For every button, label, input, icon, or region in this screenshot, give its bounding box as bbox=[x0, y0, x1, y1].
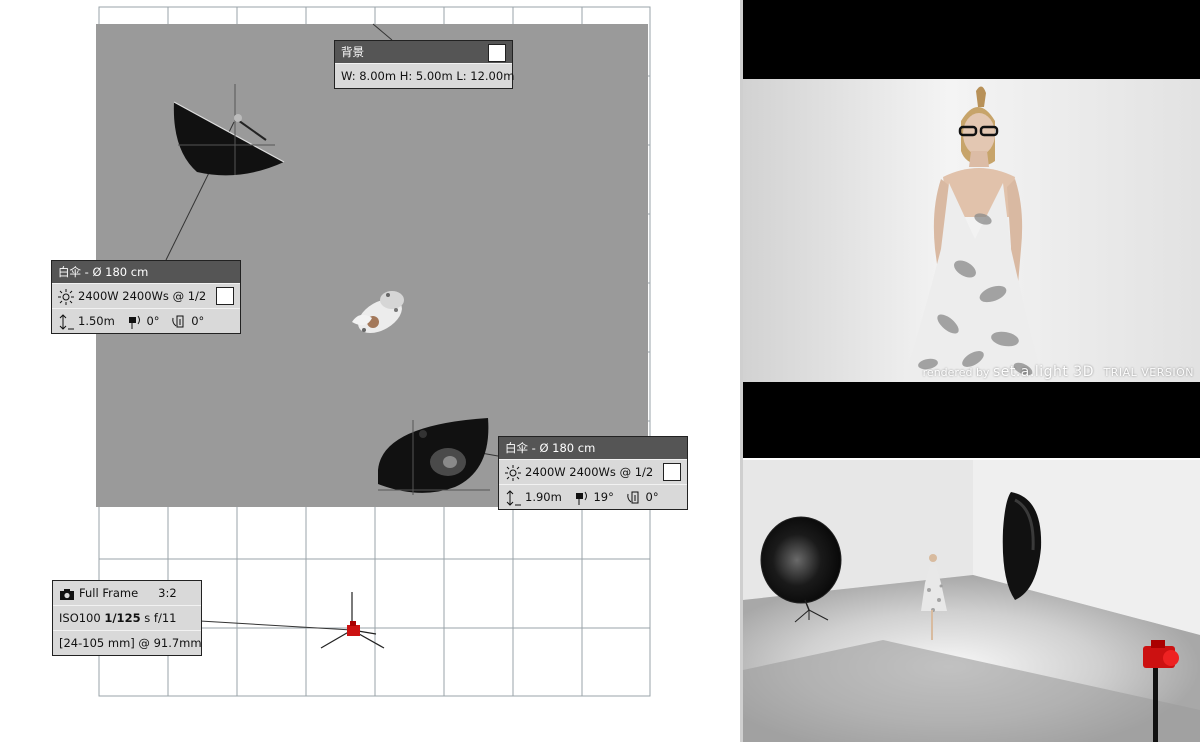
rotation-icon bbox=[626, 490, 642, 506]
camera-iso: ISO100 bbox=[59, 611, 101, 625]
light-2-tilt: 19° bbox=[593, 490, 614, 504]
light-1-title: 白伞 - Ø 180 cm bbox=[58, 265, 149, 279]
camera-panel[interactable]: Full Frame 3:2 ISO100 1/125 s f/11 [24-10… bbox=[52, 580, 202, 656]
light-1-tilt: 0° bbox=[146, 314, 160, 328]
watermark-prefix: rendered by bbox=[922, 366, 990, 379]
tilt-icon bbox=[126, 314, 142, 330]
watermark-trial: TRIAL VERSION bbox=[1103, 366, 1194, 379]
camera-icon bbox=[59, 588, 75, 600]
light-2-color-swatch[interactable] bbox=[663, 463, 681, 481]
light-2-power: 2400W 2400Ws @ 1/2 bbox=[525, 465, 654, 479]
watermark-brand: set.a.light 3D bbox=[992, 364, 1094, 380]
light-2-panel[interactable]: 白伞 - Ø 180 cm 2400W 2400Ws @ 1/2 1.90m 1… bbox=[498, 436, 688, 510]
rotation-icon bbox=[171, 314, 187, 330]
light-2-rotation: 0° bbox=[645, 490, 659, 504]
floor-plan[interactable]: 背景 W: 8.00m H: 5.00m L: 12.00m 白伞 - Ø 18… bbox=[0, 0, 740, 742]
studio-3d-canvas[interactable] bbox=[743, 460, 1200, 742]
tilt-icon bbox=[573, 490, 589, 506]
light-2-height: 1.90m bbox=[525, 490, 562, 504]
render-watermark: rendered by set.a.light 3D TRIAL VERSION bbox=[923, 364, 1194, 380]
height-icon bbox=[505, 489, 521, 506]
camera-aperture: f/11 bbox=[153, 611, 177, 625]
render-preview: rendered by set.a.light 3D TRIAL VERSION bbox=[743, 0, 1200, 458]
background-dimensions: W: 8.00m H: 5.00m L: 12.00m bbox=[341, 69, 515, 83]
light-1-panel[interactable]: 白伞 - Ø 180 cm 2400W 2400Ws @ 1/2 1.50m 0… bbox=[51, 260, 241, 334]
background-panel-title: 背景 bbox=[341, 45, 364, 59]
camera-shutter: 1/125 bbox=[104, 611, 141, 625]
camera-shutter-unit: s bbox=[144, 611, 151, 625]
camera-aspect: 3:2 bbox=[158, 586, 177, 600]
height-icon bbox=[58, 313, 74, 330]
sun-icon bbox=[505, 464, 521, 481]
background-color-swatch[interactable] bbox=[488, 44, 506, 62]
sun-icon bbox=[58, 288, 74, 305]
render-image bbox=[743, 79, 1200, 382]
light-1-height: 1.50m bbox=[78, 314, 115, 328]
light-1-color-swatch[interactable] bbox=[216, 287, 234, 305]
studio-3d-view[interactable] bbox=[743, 460, 1200, 742]
camera-sensor: Full Frame bbox=[79, 586, 139, 600]
light-1-power: 2400W 2400Ws @ 1/2 bbox=[78, 289, 207, 303]
light-1-rotation: 0° bbox=[191, 314, 205, 328]
background-info-panel[interactable]: 背景 W: 8.00m H: 5.00m L: 12.00m bbox=[334, 40, 515, 89]
camera-lens: [24-105 mm] @ 91.7mm bbox=[59, 636, 202, 650]
light-2-title: 白伞 - Ø 180 cm bbox=[505, 441, 596, 455]
